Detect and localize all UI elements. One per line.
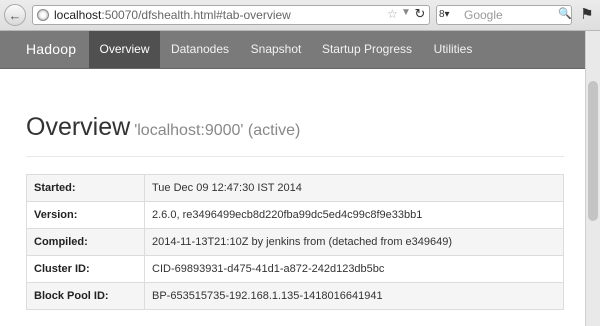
bookmark-star-icon[interactable]: ☆ <box>387 7 398 21</box>
reload-icon[interactable]: ↻ <box>413 7 427 21</box>
nav-tab-overview[interactable]: Overview <box>89 31 160 68</box>
extension-icon[interactable]: ⚑ <box>578 6 596 24</box>
table-row: Compiled: 2014-11-13T21:10Z by jenkins f… <box>26 228 564 256</box>
row-value: CID-69893931-d475-41d1-a872-242d123db5bc <box>144 255 564 283</box>
brand-logo[interactable]: Hadoop <box>26 41 76 58</box>
page-title: Overview'localhost:9000' (active) <box>26 113 300 142</box>
search-icon[interactable]: 🔍 <box>558 7 572 20</box>
row-value: 2.6.0, re3496499ecb8d220fba99dc5ed4c99c8… <box>144 201 564 229</box>
nav-tab-startup-progress[interactable]: Startup Progress <box>314 31 420 68</box>
google-engine-icon[interactable]: 8▾ <box>439 8 461 22</box>
globe-icon <box>37 9 49 21</box>
back-arrow-icon[interactable]: ← <box>4 4 26 26</box>
page-viewport: Hadoop Overview Datanodes Snapshot Start… <box>0 31 585 326</box>
page-title-main: Overview <box>26 113 131 141</box>
page-title-subtitle: 'localhost:9000' (active) <box>134 122 301 139</box>
nav-tab-snapshot[interactable]: Snapshot <box>240 31 312 68</box>
address-bar[interactable]: localhost:50070/dfshealth.html#tab-overv… <box>32 5 430 25</box>
url-text: localhost:50070/dfshealth.html#tab-overv… <box>54 8 291 23</box>
nav-tab-datanodes[interactable]: Datanodes <box>162 31 238 68</box>
table-row: Started: Tue Dec 09 12:47:30 IST 2014 <box>26 174 564 202</box>
url-host: localhost <box>54 8 102 22</box>
table-row: Block Pool ID: BP-653515735-192.168.1.13… <box>26 282 564 310</box>
divider <box>26 156 564 157</box>
search-box[interactable]: 8▾ Google 🔍 <box>436 5 572 25</box>
row-key: Cluster ID: <box>26 255 145 283</box>
row-key: Block Pool ID: <box>26 282 145 310</box>
row-value: BP-653515735-192.168.1.135-1418016641941 <box>144 282 564 310</box>
scrollbar-thumb[interactable] <box>588 81 598 221</box>
row-value: Tue Dec 09 12:47:30 IST 2014 <box>144 174 564 202</box>
hadoop-navbar: Hadoop Overview Datanodes Snapshot Start… <box>0 31 585 69</box>
url-path: :50070/dfshealth.html#tab-overview <box>101 8 291 22</box>
vertical-scrollbar[interactable] <box>585 31 600 326</box>
nav-tab-utilities[interactable]: Utilities <box>422 31 484 68</box>
dropdown-arrow-icon[interactable]: ▼ <box>401 7 411 18</box>
search-placeholder: Google <box>464 8 503 22</box>
table-row: Version: 2.6.0, re3496499ecb8d220fba99dc… <box>26 201 564 229</box>
row-key: Compiled: <box>26 228 145 256</box>
row-key: Version: <box>26 201 145 229</box>
row-value: 2014-11-13T21:10Z by jenkins from (detac… <box>144 228 564 256</box>
table-row: Cluster ID: CID-69893931-d475-41d1-a872-… <box>26 255 564 283</box>
browser-toolbar: ← localhost:50070/dfshealth.html#tab-ove… <box>0 0 600 31</box>
overview-info-table: Started: Tue Dec 09 12:47:30 IST 2014 Ve… <box>26 174 564 310</box>
row-key: Started: <box>26 174 145 202</box>
